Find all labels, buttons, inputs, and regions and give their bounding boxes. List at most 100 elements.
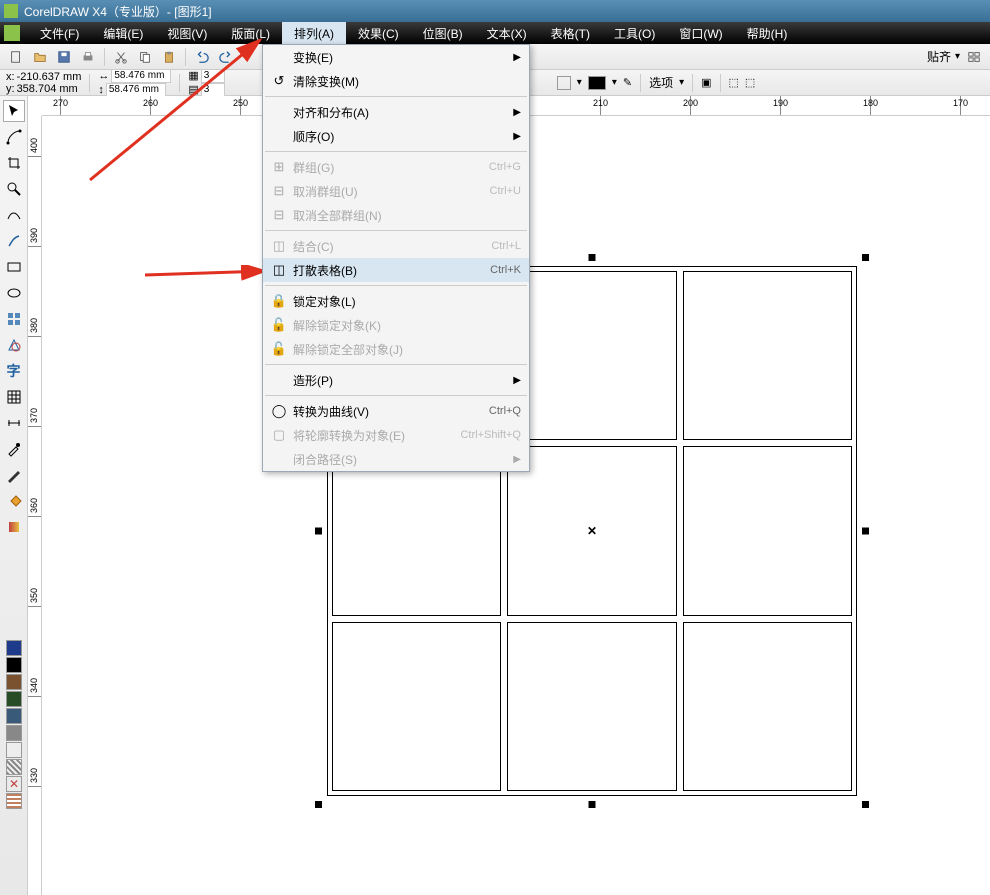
- ellipse-tool[interactable]: [3, 282, 25, 304]
- menu-11[interactable]: 帮助(H): [735, 22, 800, 45]
- color-swatch[interactable]: [588, 76, 606, 90]
- menu-4[interactable]: 排列(A): [282, 22, 346, 45]
- palette-swatch[interactable]: [6, 657, 22, 673]
- print-button[interactable]: [78, 47, 98, 67]
- menu-item[interactable]: ◯转换为曲线(V)Ctrl+Q: [263, 399, 529, 423]
- height-icon: ↕: [98, 84, 104, 96]
- basic-shape-tool[interactable]: [3, 334, 25, 356]
- selection-center-icon: ✕: [587, 524, 597, 538]
- menu-1[interactable]: 编辑(E): [91, 22, 155, 45]
- selection-handle[interactable]: [315, 528, 322, 535]
- undo-button[interactable]: [192, 47, 212, 67]
- menu-7[interactable]: 文本(X): [475, 22, 539, 45]
- paste-button[interactable]: [159, 47, 179, 67]
- wrap-button[interactable]: ▣: [701, 76, 711, 89]
- outline-pen-icon[interactable]: ✎: [623, 76, 632, 89]
- palette-swatch[interactable]: [6, 742, 22, 758]
- selection-handle[interactable]: [589, 254, 596, 261]
- titlebar: CorelDRAW X4（专业版）- [图形1]: [0, 0, 990, 22]
- fill-dropdown-arrow[interactable]: ▾: [577, 77, 582, 88]
- menu-9[interactable]: 工具(O): [602, 22, 667, 45]
- menu-2[interactable]: 视图(V): [155, 22, 219, 45]
- interactive-fill-tool[interactable]: [3, 516, 25, 538]
- menu-item[interactable]: 变换(E)▶: [263, 45, 529, 69]
- table-cell[interactable]: [332, 622, 501, 791]
- outline-icon: ▢: [267, 427, 291, 443]
- menu-0[interactable]: 文件(F): [28, 22, 91, 45]
- menu-item[interactable]: ↺清除变换(M): [263, 69, 529, 93]
- menu-6[interactable]: 位图(B): [411, 22, 475, 45]
- rows-input[interactable]: [201, 83, 225, 97]
- menu-item[interactable]: 🔒锁定对象(L): [263, 289, 529, 313]
- table-cell[interactable]: [507, 622, 676, 791]
- color-dropdown-arrow[interactable]: ▾: [612, 77, 617, 88]
- snap-dropdown-arrow[interactable]: ▾: [955, 51, 960, 62]
- menu-3[interactable]: 版面(L): [219, 22, 282, 45]
- table-cell[interactable]: [507, 271, 676, 440]
- menu-item[interactable]: 造形(P)▶: [263, 368, 529, 392]
- outline-tool[interactable]: [3, 464, 25, 486]
- options-dropdown-arrow[interactable]: ▾: [679, 77, 684, 88]
- table-tool[interactable]: [3, 386, 25, 408]
- y-label: y:: [6, 83, 15, 95]
- menu-item[interactable]: ◫打散表格(B)Ctrl+K: [263, 258, 529, 282]
- lock-icon: 🔒: [267, 293, 291, 309]
- polygon-tool[interactable]: [3, 308, 25, 330]
- selection-handle[interactable]: [589, 801, 596, 808]
- palette-swatch-none[interactable]: ✕: [6, 776, 22, 792]
- menu-10[interactable]: 窗口(W): [667, 22, 734, 45]
- freehand-tool[interactable]: [3, 204, 25, 226]
- table-cell[interactable]: [683, 271, 852, 440]
- fill-tool[interactable]: [3, 490, 25, 512]
- rectangle-tool[interactable]: [3, 256, 25, 278]
- table-cell[interactable]: [683, 622, 852, 791]
- palette-swatch[interactable]: [6, 640, 22, 656]
- palette-swatch-pattern[interactable]: [6, 793, 22, 809]
- submenu-arrow-icon: ▶: [513, 52, 521, 63]
- menu-item-label: 结合(C): [293, 238, 491, 255]
- break-icon: ◫: [267, 262, 291, 278]
- redo-button[interactable]: [216, 47, 236, 67]
- eyedropper-tool[interactable]: [3, 438, 25, 460]
- palette-swatch[interactable]: [6, 691, 22, 707]
- selection-handle[interactable]: [862, 254, 869, 261]
- shape-tool[interactable]: [3, 126, 25, 148]
- app-icon: [4, 4, 18, 18]
- table-cell[interactable]: [683, 446, 852, 615]
- zoom-tool[interactable]: [3, 178, 25, 200]
- smart-tool[interactable]: [3, 230, 25, 252]
- new-button[interactable]: [6, 47, 26, 67]
- palette-swatch[interactable]: [6, 708, 22, 724]
- menu-item[interactable]: 顺序(O)▶: [263, 124, 529, 148]
- menu-item: 🔓解除锁定对象(K): [263, 313, 529, 337]
- x-label: x:: [6, 71, 15, 83]
- pick-tool[interactable]: [3, 100, 25, 122]
- width-input[interactable]: [111, 69, 171, 83]
- palette-swatch[interactable]: [6, 674, 22, 690]
- save-button[interactable]: [54, 47, 74, 67]
- submenu-arrow-icon: ▶: [513, 375, 521, 386]
- open-button[interactable]: [30, 47, 50, 67]
- selection-handle[interactable]: [862, 801, 869, 808]
- menu-item[interactable]: 对齐和分布(A)▶: [263, 100, 529, 124]
- palette-swatch[interactable]: [6, 725, 22, 741]
- copy-button[interactable]: [135, 47, 155, 67]
- menu-app-icon: [4, 25, 20, 41]
- dimension-tool[interactable]: [3, 412, 25, 434]
- options-button2[interactable]: [964, 47, 984, 67]
- to-back-button[interactable]: ⬚: [745, 76, 755, 89]
- menu-5[interactable]: 效果(C): [346, 22, 411, 45]
- selection-handle[interactable]: [315, 801, 322, 808]
- menu-item-label: 解除锁定对象(K): [293, 317, 521, 334]
- menu-item: ▢将轮廓转换为对象(E)Ctrl+Shift+Q: [263, 423, 529, 447]
- menu-8[interactable]: 表格(T): [539, 22, 602, 45]
- crop-tool[interactable]: [3, 152, 25, 174]
- selection-handle[interactable]: [862, 528, 869, 535]
- fill-dropdown[interactable]: [557, 76, 571, 90]
- cols-input[interactable]: [201, 69, 225, 83]
- palette-swatch-striped[interactable]: [6, 759, 22, 775]
- cut-button[interactable]: [111, 47, 131, 67]
- height-input[interactable]: [106, 83, 166, 97]
- to-front-button[interactable]: ⬚: [729, 76, 739, 89]
- text-tool[interactable]: 字: [3, 360, 25, 382]
